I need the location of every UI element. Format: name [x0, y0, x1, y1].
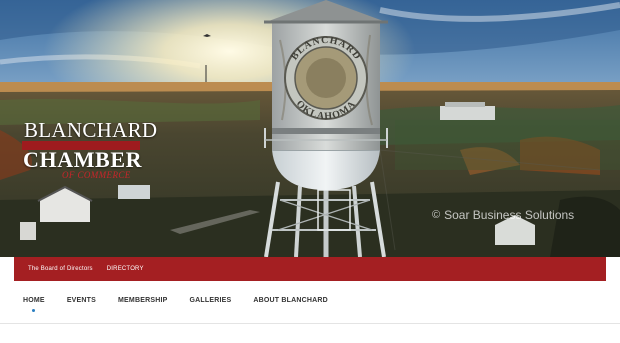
top-link-bar: The Board of Directors DIRECTORY	[14, 257, 606, 281]
photo-watermark: © Soar Business Solutions	[432, 208, 574, 222]
nav-item-about-blanchard[interactable]: ABOUT BLANCHARD	[253, 297, 328, 304]
site-logo[interactable]: BLANCHARD CHAMBER OF COMMERCE	[22, 118, 157, 188]
nav-item-home[interactable]: HOME	[23, 297, 45, 312]
nav-item-galleries[interactable]: GALLERIES	[189, 297, 231, 304]
nav-item-events[interactable]: EVENTS	[67, 297, 96, 304]
top-link-directory[interactable]: DIRECTORY	[107, 266, 144, 272]
nav-item-membership[interactable]: MEMBERSHIP	[118, 297, 167, 304]
main-navigation: HOME EVENTS MEMBERSHIP GALLERIES ABOUT B…	[0, 281, 620, 324]
content-area	[0, 324, 620, 343]
watermark-text: Soar Business Solutions	[444, 208, 575, 222]
logo-line-3: OF COMMERCE	[62, 170, 131, 180]
copyright-icon: ©	[432, 209, 441, 221]
hero-banner: BLANCHARD OKLAHOMA BLANCHARD CHAMBER OF …	[0, 0, 620, 257]
logo-line-1: BLANCHARD	[24, 118, 158, 142]
top-link-board-of-directors[interactable]: The Board of Directors	[28, 266, 93, 272]
